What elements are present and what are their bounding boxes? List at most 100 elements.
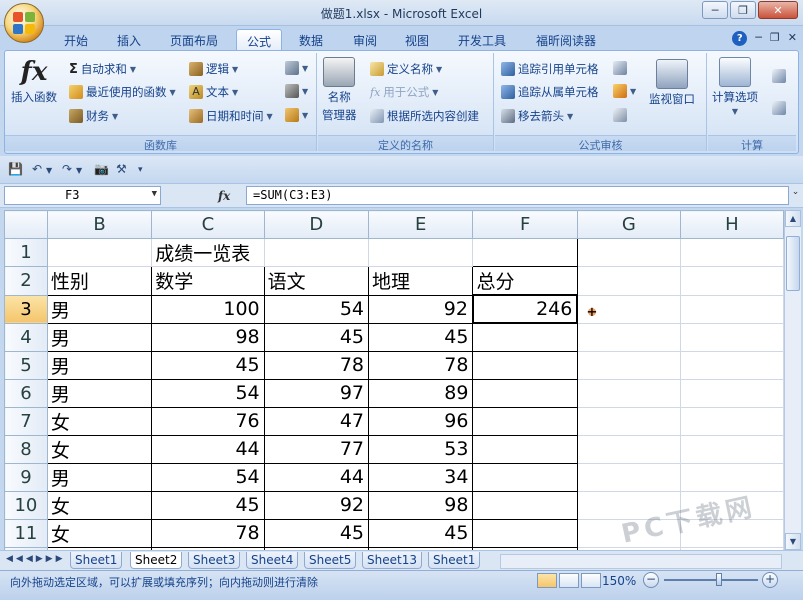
calculate-sheet-button[interactable] [772,101,786,115]
cell-d3[interactable]: 54 [263,294,370,324]
cell-e6[interactable]: 89 [368,378,474,408]
normal-view-button[interactable] [537,573,557,588]
tab-data[interactable]: 数据 [289,29,333,50]
row-header[interactable]: 7 [4,406,48,436]
cell-f8[interactable] [472,434,578,464]
vertical-scroll-thumb[interactable] [786,236,800,291]
ribbon-minimize-button[interactable]: ─ [755,31,762,46]
use-in-formula-button[interactable]: fx 用于公式 ▼ [370,84,438,100]
cell-b10[interactable]: 女 [46,490,153,520]
cell-e4[interactable]: 45 [368,322,474,352]
cell-d7[interactable]: 47 [263,406,370,436]
cell-g5[interactable] [576,350,681,380]
cell-f4[interactable] [472,322,578,352]
row-header[interactable]: 10 [4,490,48,520]
column-header-c[interactable]: C [151,210,265,239]
tab-home[interactable]: 开始 [54,29,98,50]
tab-formulas[interactable]: 公式 [236,29,283,50]
cell-f2[interactable]: 总分 [472,266,578,296]
create-from-selection-button[interactable]: 根据所选内容创建 [370,108,479,124]
sheet-tab-6[interactable]: Sheet13 [362,552,422,569]
cell-b1[interactable] [46,238,153,267]
cell-g10[interactable] [576,490,681,520]
column-header-d[interactable]: D [263,210,370,239]
cell-h4[interactable] [679,322,784,352]
cell-g4[interactable] [576,322,681,352]
cell-h11[interactable] [679,518,784,548]
cell-h10[interactable] [679,490,784,520]
row-header[interactable]: 4 [4,322,48,352]
cell-b6[interactable]: 男 [46,378,153,408]
lookup-button[interactable]: ▼ [285,61,308,75]
expand-formula-bar-icon[interactable]: ⌄ [790,187,801,204]
formula-input[interactable]: =SUM(C3:E3) [246,186,789,205]
cell-h6[interactable] [679,378,784,408]
cell-b8[interactable]: 女 [46,434,153,464]
cell-b5[interactable]: 男 [46,350,153,380]
row-header[interactable]: 5 [4,350,48,380]
page-layout-view-button[interactable] [559,573,579,588]
zoom-in-button[interactable]: + [762,572,778,588]
cell-f5[interactable] [472,350,578,380]
sheet-tab-2[interactable]: Sheet2 [130,552,183,569]
name-box[interactable]: F3 ▼ [4,186,161,205]
trace-dependents-button[interactable]: 追踪从属单元格 [501,84,599,100]
cell-e5[interactable]: 78 [368,350,474,380]
sheet-tab-4[interactable]: Sheet4 [246,552,299,569]
cell-g9[interactable] [576,462,681,492]
cell-g8[interactable] [576,434,681,464]
cell-d6[interactable]: 97 [263,378,370,408]
horizontal-scrollbar[interactable] [500,554,782,569]
sheet-tab-1[interactable]: Sheet1 [70,552,123,569]
tab-developer[interactable]: 开发工具 [448,29,516,50]
cell-d2[interactable]: 语文 [263,266,370,296]
cell-f7[interactable] [472,406,578,436]
cell-d8[interactable]: 77 [263,434,370,464]
cell-c9[interactable]: 54 [151,462,265,492]
cell-c6[interactable]: 54 [151,378,265,408]
column-header-e[interactable]: E [368,210,474,239]
sheet-tab-7[interactable]: Sheet1 [428,552,481,569]
scroll-down-button[interactable]: ▼ [785,533,801,550]
redo-icon[interactable]: ↷ [62,162,72,176]
name-manager-button[interactable]: 名称 管理器 [322,57,357,123]
row-header[interactable]: 8 [4,434,48,464]
cell-d4[interactable]: 45 [263,322,370,352]
cell-e2[interactable]: 地理 [368,266,474,296]
cell-h5[interactable] [679,350,784,380]
define-name-button[interactable]: 定义名称 ▼ [370,61,442,77]
column-header-h[interactable]: H [679,210,784,239]
cell-c3[interactable]: 100 [151,294,265,324]
sheet-nav-icon[interactable]: ◀◀◀▶▶▶ [6,554,66,564]
cell-b7[interactable]: 女 [46,406,153,436]
scroll-up-button[interactable]: ▲ [785,210,801,227]
cell-g6[interactable] [576,378,681,408]
cell-d11[interactable]: 45 [263,518,370,548]
watch-window-button[interactable]: 监视窗口 [649,59,695,107]
cell-f3[interactable]: 246 [471,294,579,324]
undo-dropdown-icon[interactable]: ▼ [46,166,52,175]
cell-c4[interactable]: 98 [151,322,265,352]
recent-functions-button[interactable]: 最近使用的函数 ▼ [69,84,176,100]
cell-f10[interactable] [472,490,578,520]
cell-e11[interactable]: 45 [368,518,474,548]
select-all-corner[interactable] [4,210,48,239]
remove-arrows-button[interactable]: 移去箭头 ▼ [501,108,573,124]
show-formulas-button[interactable] [613,61,627,75]
cell-b3[interactable]: 男 [46,294,153,324]
error-checking-button[interactable]: ▼ [613,84,636,98]
cell-e8[interactable]: 53 [368,434,474,464]
minimize-button[interactable]: ─ [702,1,728,19]
restore-button[interactable]: ❐ [730,1,756,19]
camera-icon[interactable]: 📷 [94,162,109,176]
calculate-now-button[interactable] [772,69,786,83]
zoom-out-button[interactable]: − [643,572,659,588]
cell-h2[interactable] [679,266,784,296]
zoom-level[interactable]: 150% [602,574,636,588]
tab-review[interactable]: 审阅 [343,29,387,50]
cell-e9[interactable]: 34 [368,462,474,492]
column-header-g[interactable]: G [576,210,681,239]
close-button[interactable]: ✕ [758,1,798,19]
cell-d5[interactable]: 78 [263,350,370,380]
cell-g11[interactable] [576,518,681,548]
